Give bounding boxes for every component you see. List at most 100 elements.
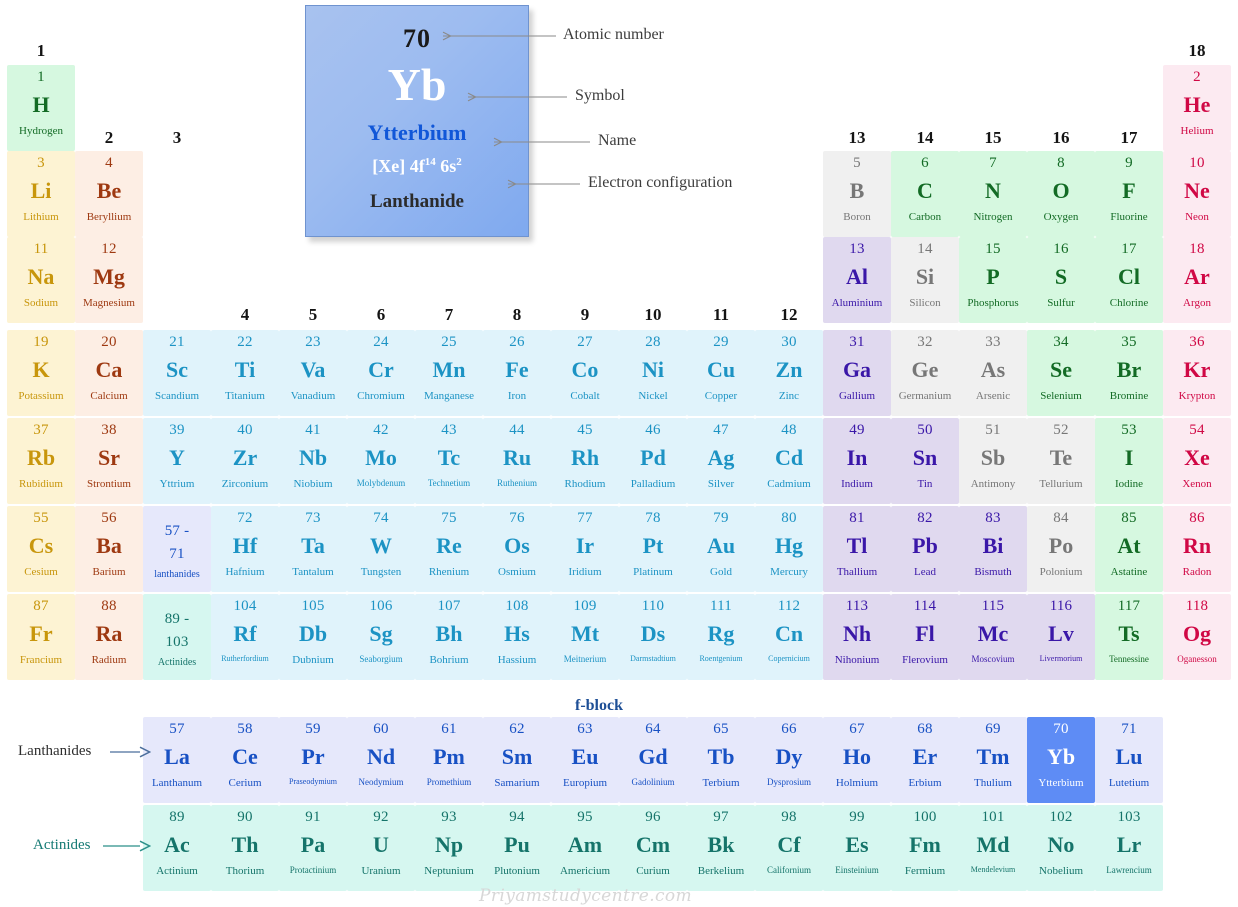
element-cell-ir[interactable]: 77 Ir Iridium: [551, 506, 619, 592]
element-cell-br[interactable]: 35 Br Bromine: [1095, 330, 1163, 416]
element-cell-at[interactable]: 85 At Astatine: [1095, 506, 1163, 592]
element-cell-rn[interactable]: 86 Rn Radon: [1163, 506, 1231, 592]
element-cell-ge[interactable]: 32 Ge Germanium: [891, 330, 959, 416]
element-cell-si[interactable]: 14 Si Silicon: [891, 237, 959, 323]
element-cell-ba[interactable]: 56 Ba Barium: [75, 506, 143, 592]
element-cell-al[interactable]: 13 Al Aluminium: [823, 237, 891, 323]
element-cell-va[interactable]: 23 Va Vanadium: [279, 330, 347, 416]
element-cell-ds[interactable]: 110 Ds Darmstadtium: [619, 594, 687, 680]
element-cell-k[interactable]: 19 K Potassium: [7, 330, 75, 416]
element-cell-hf[interactable]: 72 Hf Hafnium: [211, 506, 279, 592]
element-cell-no[interactable]: 102 No Nobelium: [1027, 805, 1095, 891]
element-cell-fe[interactable]: 26 Fe Iron: [483, 330, 551, 416]
element-range-placeholder-lanthanides[interactable]: 57 - 71 lanthanides: [143, 506, 211, 592]
element-cell-pu[interactable]: 94 Pu Plutonium: [483, 805, 551, 891]
element-cell-hs[interactable]: 108 Hs Hassium: [483, 594, 551, 680]
element-cell-sb[interactable]: 51 Sb Antimony: [959, 418, 1027, 504]
element-cell-tm[interactable]: 69 Tm Thulium: [959, 717, 1027, 803]
element-cell-ra[interactable]: 88 Ra Radium: [75, 594, 143, 680]
element-cell-w[interactable]: 74 W Tungsten: [347, 506, 415, 592]
element-cell-eu[interactable]: 63 Eu Europium: [551, 717, 619, 803]
element-cell-lr[interactable]: 103 Lr Lawrencium: [1095, 805, 1163, 891]
element-range-placeholder-actinides[interactable]: 89 - 103 Actinides: [143, 594, 211, 680]
element-cell-he[interactable]: 2 He Helium: [1163, 65, 1231, 151]
element-cell-ts[interactable]: 117 Ts Tennessine: [1095, 594, 1163, 680]
element-cell-mc[interactable]: 115 Mc Moscovium: [959, 594, 1027, 680]
element-cell-hg[interactable]: 80 Hg Mercury: [755, 506, 823, 592]
element-cell-h[interactable]: 1 H Hydrogen: [7, 65, 75, 151]
element-cell-li[interactable]: 3 Li Lithium: [7, 151, 75, 237]
element-cell-ar[interactable]: 18 Ar Argon: [1163, 237, 1231, 323]
element-cell-sr[interactable]: 38 Sr Strontium: [75, 418, 143, 504]
element-cell-cl[interactable]: 17 Cl Chlorine: [1095, 237, 1163, 323]
element-cell-nb[interactable]: 41 Nb Niobium: [279, 418, 347, 504]
element-cell-cd[interactable]: 48 Cd Cadmium: [755, 418, 823, 504]
element-cell-te[interactable]: 52 Te Tellurium: [1027, 418, 1095, 504]
element-cell-na[interactable]: 11 Na Sodium: [7, 237, 75, 323]
element-cell-au[interactable]: 79 Au Gold: [687, 506, 755, 592]
element-cell-co[interactable]: 27 Co Cobalt: [551, 330, 619, 416]
element-cell-in[interactable]: 49 In Indium: [823, 418, 891, 504]
element-cell-dy[interactable]: 66 Dy Dysprosium: [755, 717, 823, 803]
element-cell-zr[interactable]: 40 Zr Zirconium: [211, 418, 279, 504]
element-cell-mg[interactable]: 12 Mg Magnesium: [75, 237, 143, 323]
element-cell-rg[interactable]: 111 Rg Roentgenium: [687, 594, 755, 680]
element-cell-mn[interactable]: 25 Mn Manganese: [415, 330, 483, 416]
element-cell-as[interactable]: 33 As Arsenic: [959, 330, 1027, 416]
element-cell-i[interactable]: 53 I Iodine: [1095, 418, 1163, 504]
element-cell-ta[interactable]: 73 Ta Tantalum: [279, 506, 347, 592]
element-cell-cm[interactable]: 96 Cm Curium: [619, 805, 687, 891]
element-cell-nh[interactable]: 113 Nh Nihonium: [823, 594, 891, 680]
element-key-card[interactable]: 70 Yb Ytterbium [Xe] 4f14 6s2 Lanthanide: [305, 5, 529, 237]
element-cell-cs[interactable]: 55 Cs Cesium: [7, 506, 75, 592]
element-cell-tl[interactable]: 81 Tl Thallium: [823, 506, 891, 592]
element-cell-lv[interactable]: 116 Lv Livermorium: [1027, 594, 1095, 680]
element-cell-ca[interactable]: 20 Ca Calcium: [75, 330, 143, 416]
element-cell-kr[interactable]: 36 Kr Krypton: [1163, 330, 1231, 416]
element-cell-pa[interactable]: 91 Pa Protactinium: [279, 805, 347, 891]
element-cell-fm[interactable]: 100 Fm Fermium: [891, 805, 959, 891]
element-cell-os[interactable]: 76 Os Osmium: [483, 506, 551, 592]
element-cell-p[interactable]: 15 P Phosphorus: [959, 237, 1027, 323]
element-cell-rh[interactable]: 45 Rh Rhodium: [551, 418, 619, 504]
element-cell-gd[interactable]: 64 Gd Gadolinium: [619, 717, 687, 803]
element-cell-c[interactable]: 6 C Carbon: [891, 151, 959, 237]
element-cell-tb[interactable]: 65 Tb Terbium: [687, 717, 755, 803]
element-cell-pr[interactable]: 59 Pr Praseodymium: [279, 717, 347, 803]
element-cell-se[interactable]: 34 Se Selenium: [1027, 330, 1095, 416]
element-cell-ti[interactable]: 22 Ti Titanium: [211, 330, 279, 416]
element-cell-md[interactable]: 101 Md Mendelevium: [959, 805, 1027, 891]
element-cell-ho[interactable]: 67 Ho Holmium: [823, 717, 891, 803]
element-cell-sm[interactable]: 62 Sm Samarium: [483, 717, 551, 803]
element-cell-ru[interactable]: 44 Ru Ruthenium: [483, 418, 551, 504]
element-cell-fr[interactable]: 87 Fr Francium: [7, 594, 75, 680]
element-cell-cf[interactable]: 98 Cf Californium: [755, 805, 823, 891]
element-cell-pd[interactable]: 46 Pd Palladium: [619, 418, 687, 504]
element-cell-sc[interactable]: 21 Sc Scandium: [143, 330, 211, 416]
element-cell-ce[interactable]: 58 Ce Cerium: [211, 717, 279, 803]
element-cell-re[interactable]: 75 Re Rhenium: [415, 506, 483, 592]
element-cell-zn[interactable]: 30 Zn Zinc: [755, 330, 823, 416]
element-cell-s[interactable]: 16 S Sulfur: [1027, 237, 1095, 323]
element-cell-yb[interactable]: 70 Yb Ytterbium: [1027, 717, 1095, 803]
element-cell-b[interactable]: 5 B Boron: [823, 151, 891, 237]
element-cell-mt[interactable]: 109 Mt Meitnerium: [551, 594, 619, 680]
element-cell-sn[interactable]: 50 Sn Tin: [891, 418, 959, 504]
element-cell-th[interactable]: 90 Th Thorium: [211, 805, 279, 891]
element-cell-y[interactable]: 39 Y Yttrium: [143, 418, 211, 504]
element-cell-be[interactable]: 4 Be Beryllium: [75, 151, 143, 237]
element-cell-rf[interactable]: 104 Rf Rutherfordium: [211, 594, 279, 680]
element-cell-og[interactable]: 118 Og Oganesson: [1163, 594, 1231, 680]
element-cell-ag[interactable]: 47 Ag Silver: [687, 418, 755, 504]
element-cell-fl[interactable]: 114 Fl Flerovium: [891, 594, 959, 680]
element-cell-bk[interactable]: 97 Bk Berkelium: [687, 805, 755, 891]
element-cell-ac[interactable]: 89 Ac Actinium: [143, 805, 211, 891]
element-cell-la[interactable]: 57 La Lanthanum: [143, 717, 211, 803]
element-cell-n[interactable]: 7 N Nitrogen: [959, 151, 1027, 237]
element-cell-es[interactable]: 99 Es Einsteinium: [823, 805, 891, 891]
element-cell-ni[interactable]: 28 Ni Nickel: [619, 330, 687, 416]
element-cell-ne[interactable]: 10 Ne Neon: [1163, 151, 1231, 237]
element-cell-ga[interactable]: 31 Ga Gallium: [823, 330, 891, 416]
element-cell-cu[interactable]: 29 Cu Copper: [687, 330, 755, 416]
element-cell-f[interactable]: 9 F Fluorine: [1095, 151, 1163, 237]
